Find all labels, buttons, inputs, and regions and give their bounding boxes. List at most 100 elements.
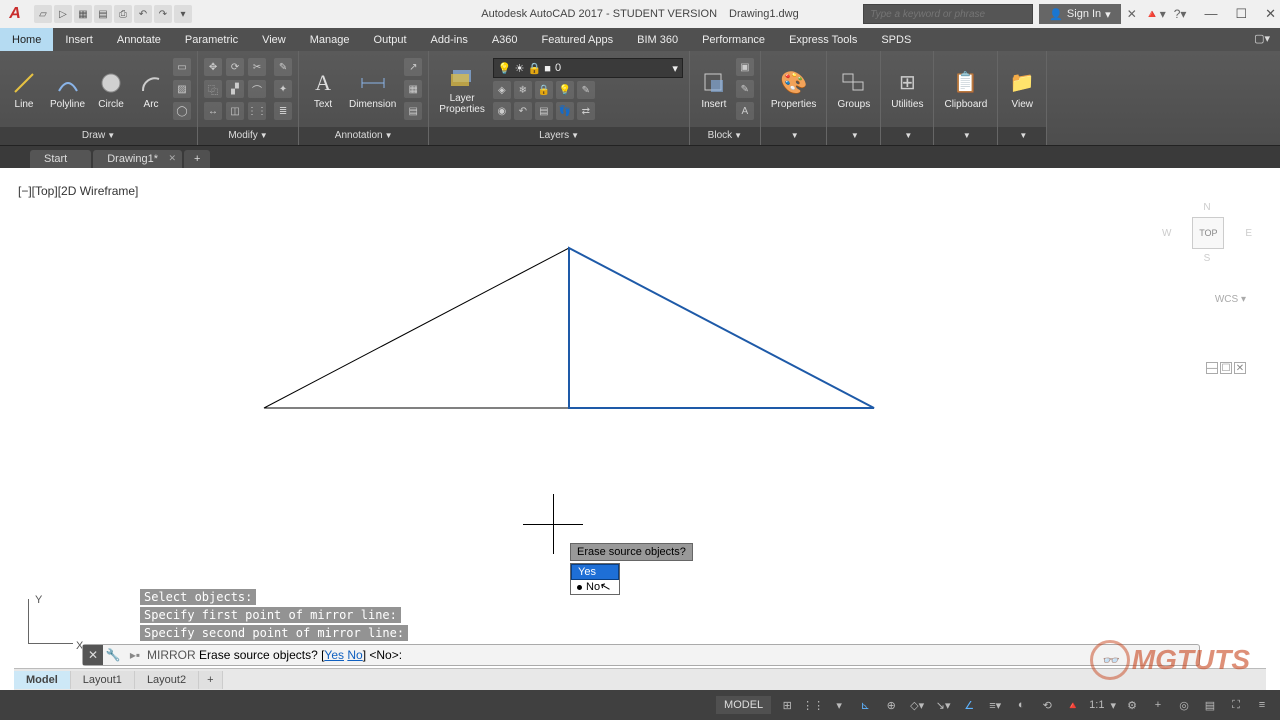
layer-properties-button[interactable]: Layer Properties [435, 63, 489, 115]
viewcube-s[interactable]: S [1162, 253, 1252, 264]
otrack-icon[interactable]: ∠ [959, 695, 979, 715]
tab-bim360[interactable]: BIM 360 [625, 28, 690, 51]
qat-dropdown-icon[interactable]: ▾ [174, 5, 192, 23]
text-button[interactable]: AText [305, 69, 341, 110]
viewcube[interactable]: N W TOP E S WCS ▾ [1162, 202, 1252, 305]
app-icon[interactable]: 🔺▾ [1145, 7, 1166, 21]
prompt-yes[interactable]: Yes [571, 564, 619, 580]
tab-annotate[interactable]: Annotate [105, 28, 173, 51]
erase-icon[interactable]: ✎ [274, 58, 292, 76]
cmdline-yes[interactable]: Yes [324, 648, 344, 662]
rotate-icon[interactable]: ⟳ [226, 58, 244, 76]
tab-parametric[interactable]: Parametric [173, 28, 250, 51]
polyline-button[interactable]: Polyline [46, 69, 89, 110]
qat-undo-icon[interactable]: ↶ [134, 5, 152, 23]
isodraft-icon[interactable]: ◇▾ [907, 695, 927, 715]
close-button[interactable]: ✕ [1265, 6, 1276, 22]
qat-print-icon[interactable]: ⎙ [114, 5, 132, 23]
monitor-icon[interactable]: + [1148, 695, 1168, 715]
layer-state-icon[interactable]: ▤ [535, 102, 553, 120]
minimize-button[interactable]: — [1204, 6, 1217, 22]
app-logo-icon[interactable]: A [5, 4, 25, 24]
properties-button[interactable]: 🎨Properties [767, 69, 821, 110]
ribbon-options-icon[interactable]: ▢▾ [1244, 28, 1280, 51]
panel-properties-title[interactable]: ▼ [761, 127, 827, 145]
tab-spds[interactable]: SPDS [869, 28, 923, 51]
layout-add[interactable]: + [199, 671, 222, 689]
qat-saveas-icon[interactable]: ▤ [94, 5, 112, 23]
line-button[interactable]: Line [6, 69, 42, 110]
stretch-icon[interactable]: ↔ [204, 102, 222, 120]
fillet-icon[interactable]: ⌒ [248, 80, 266, 98]
cycling-icon[interactable]: ⟲ [1037, 695, 1057, 715]
tab-a360[interactable]: A360 [480, 28, 530, 51]
ortho-icon[interactable]: ⊾ [855, 695, 875, 715]
circle-button[interactable]: Circle [93, 69, 129, 110]
tab-featured[interactable]: Featured Apps [530, 28, 626, 51]
tab-manage[interactable]: Manage [298, 28, 362, 51]
qat-redo-icon[interactable]: ↷ [154, 5, 172, 23]
viewcube-w[interactable]: W [1162, 228, 1171, 239]
maximize-button[interactable]: ☐ [1235, 6, 1247, 22]
qat-save-icon[interactable]: ▦ [74, 5, 92, 23]
layout-2[interactable]: Layout2 [135, 671, 199, 689]
tab-drawing1[interactable]: Drawing1*✕ [93, 150, 182, 168]
qat-open-icon[interactable]: ▷ [54, 5, 72, 23]
tab-express[interactable]: Express Tools [777, 28, 869, 51]
cmdline-close-icon[interactable]: ✕ [83, 645, 103, 665]
scale-icon[interactable]: ◫ [226, 102, 244, 120]
clean-icon[interactable]: ⛶ [1226, 695, 1246, 715]
edit-block-icon[interactable]: ✎ [736, 80, 754, 98]
create-block-icon[interactable]: ▣ [736, 58, 754, 76]
insert-button[interactable]: Insert [696, 69, 732, 110]
snap-icon[interactable]: ⋮⋮ [803, 695, 823, 715]
status-model[interactable]: MODEL [716, 696, 771, 714]
annoscale-icon[interactable]: 🔺 [1063, 695, 1083, 715]
panel-utilities-title[interactable]: ▼ [881, 127, 933, 145]
search-input[interactable] [863, 4, 1033, 24]
rect-icon[interactable]: ▭ [173, 58, 191, 76]
signin-button[interactable]: 👤 Sign In ▾ [1039, 4, 1120, 24]
panel-draw-title[interactable]: Draw▼ [0, 127, 197, 145]
transparency-icon[interactable]: ◐ [1011, 695, 1031, 715]
tab-new-button[interactable]: + [184, 150, 210, 168]
panel-layers-title[interactable]: Layers▼ [429, 127, 689, 145]
mtext-icon[interactable]: ▤ [404, 102, 422, 120]
utilities-button[interactable]: ⊞Utilities [887, 69, 927, 110]
table-icon[interactable]: ▦ [404, 80, 422, 98]
move-icon[interactable]: ✥ [204, 58, 222, 76]
mirror-icon[interactable]: ▞ [226, 80, 244, 98]
gear-icon[interactable]: ⚙ [1122, 695, 1142, 715]
groups-button[interactable]: Groups [833, 69, 874, 110]
panel-view-title[interactable]: ▼ [998, 127, 1046, 145]
layer-off-icon[interactable]: 💡 [556, 81, 574, 99]
layout-model[interactable]: Model [14, 671, 71, 689]
help-icon[interactable]: ?▾ [1174, 7, 1187, 21]
arc-button[interactable]: Arc [133, 69, 169, 110]
osnap-icon[interactable]: ↘▾ [933, 695, 953, 715]
isolate-icon[interactable]: ◎ [1174, 695, 1194, 715]
lineweight-icon[interactable]: ≡▾ [985, 695, 1005, 715]
layer-match-icon[interactable]: ◉ [493, 102, 511, 120]
tab-start[interactable]: Start [30, 150, 91, 168]
command-line[interactable]: ✕ 🔧 ▸▪ MIRROR Erase source objects? [Yes… [82, 644, 1200, 666]
offset-icon[interactable]: ≣ [274, 102, 292, 120]
ellipse-icon[interactable]: ◯ [173, 102, 191, 120]
layer-make-icon[interactable]: ✎ [577, 81, 595, 99]
panel-modify-title[interactable]: Modify▼ [198, 127, 298, 145]
layer-lock-icon[interactable]: 🔒 [535, 81, 553, 99]
tab-home[interactable]: Home [0, 28, 53, 51]
layer-prev-icon[interactable]: ↶ [514, 102, 532, 120]
view-button[interactable]: 📁View [1004, 69, 1040, 110]
layer-dropdown[interactable]: 💡 ☀ 🔒 ■ 0▾ [493, 58, 683, 78]
layout-1[interactable]: Layout1 [71, 671, 135, 689]
viewcube-e[interactable]: E [1245, 228, 1252, 239]
panel-block-title[interactable]: Block▼ [690, 127, 760, 145]
tab-addins[interactable]: Add-ins [419, 28, 480, 51]
scale-dropdown-icon[interactable]: ▾ [1110, 699, 1116, 712]
viewcube-n[interactable]: N [1162, 202, 1252, 213]
layer-iso-icon[interactable]: ◈ [493, 81, 511, 99]
array-icon[interactable]: ⋮⋮ [248, 102, 266, 120]
scale-label[interactable]: 1:1 [1089, 699, 1104, 711]
cmdline-no[interactable]: No [347, 648, 362, 662]
